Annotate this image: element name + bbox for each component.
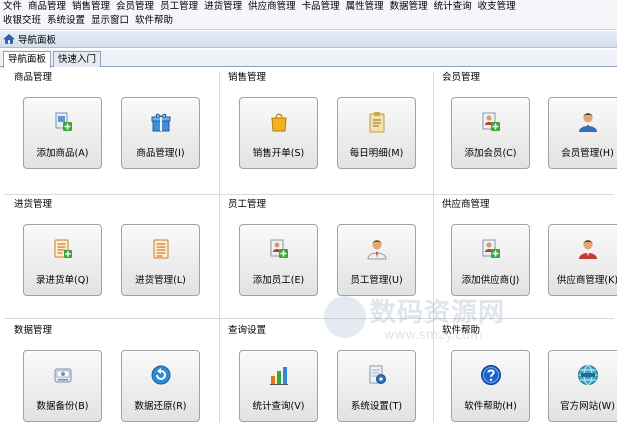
person-icon [576, 237, 600, 261]
tab-strip: 导航面板 快速入门 [0, 50, 617, 68]
purchase-manage-button[interactable]: 进货管理(L) [121, 224, 200, 296]
restore-icon [149, 363, 173, 387]
section-goods: 商品管理 [14, 72, 53, 83]
add-goods-label: 添加商品(A) [36, 148, 89, 159]
clipboard-icon [365, 110, 389, 134]
staff-manage-label: 员工管理(U) [350, 275, 403, 286]
goods-manage-label: 商品管理(I) [136, 148, 185, 159]
data-backup-label: 数据备份(B) [36, 401, 89, 412]
navigation-panel: 商品管理 销售管理 会员管理 进货管理 员工管理 供应商管理 数据管理 查询设置… [0, 68, 617, 426]
home-icon [3, 33, 15, 45]
bar-chart-icon [267, 363, 291, 387]
purchase-list-icon [51, 237, 75, 261]
menu-settings[interactable]: 系统设置 [44, 14, 88, 28]
add-supplier-button[interactable]: 添加供应商(J) [451, 224, 530, 296]
panel-title: 导航面板 [18, 35, 57, 46]
person-icon [365, 237, 389, 261]
menu-help[interactable]: 软件帮助 [132, 14, 176, 28]
purchase-list-icon [149, 237, 173, 261]
official-site-label: 官方网站(W) [560, 401, 615, 412]
menu-cards[interactable]: 卡品管理 [299, 0, 343, 14]
menu-members[interactable]: 会员管理 [113, 0, 157, 14]
menu-bar: 文件 商品管理 销售管理 会员管理 员工管理 进货管理 供应商管理 卡品管理 属… [0, 0, 617, 30]
menu-sales[interactable]: 销售管理 [69, 0, 113, 14]
add-supplier-label: 添加供应商(J) [461, 275, 520, 286]
add-supplier-icon [479, 237, 503, 261]
tab-quickstart[interactable]: 快速入门 [53, 51, 102, 67]
menu-window[interactable]: 显示窗口 [88, 14, 132, 28]
supplier-manage-label: 供应商管理(K) [556, 275, 617, 286]
goods-manage-button[interactable]: 商品管理(I) [121, 97, 200, 169]
divider [4, 194, 614, 195]
menu-attributes[interactable]: 属性管理 [343, 0, 387, 14]
disk-icon [51, 363, 75, 387]
divider [433, 72, 434, 422]
menu-data[interactable]: 数据管理 [387, 0, 431, 14]
divider [219, 72, 220, 422]
shopping-bag-icon [267, 110, 291, 134]
section-data: 数据管理 [14, 325, 53, 336]
menu-stats[interactable]: 统计查询 [431, 0, 475, 14]
supplier-manage-button[interactable]: 供应商管理(K) [548, 224, 617, 296]
daily-detail-button[interactable]: 每日明细(M) [337, 97, 416, 169]
purchase-entry-button[interactable]: 录进货单(Q) [23, 224, 102, 296]
menu-goods[interactable]: 商品管理 [25, 0, 69, 14]
add-staff-icon [267, 237, 291, 261]
stat-query-label: 统计查询(V) [252, 401, 305, 412]
member-manage-button[interactable]: 会员管理(H) [548, 97, 617, 169]
data-restore-button[interactable]: 数据还原(R) [121, 350, 200, 422]
system-settings-label: 系统设置(T) [350, 401, 403, 412]
add-member-label: 添加会员(C) [464, 148, 517, 159]
divider [4, 318, 614, 319]
gift-box-icon [149, 110, 173, 134]
section-query: 查询设置 [228, 325, 267, 336]
menu-purchase[interactable]: 进货管理 [201, 0, 245, 14]
person-icon [576, 110, 600, 134]
menu-file[interactable]: 文件 [0, 0, 25, 14]
add-staff-label: 添加员工(E) [252, 275, 305, 286]
section-purchase: 进货管理 [14, 199, 53, 210]
daily-detail-label: 每日明细(M) [349, 148, 404, 159]
settings-document-icon [365, 363, 389, 387]
add-member-icon [479, 110, 503, 134]
section-staff: 员工管理 [228, 199, 267, 210]
section-members: 会员管理 [442, 72, 481, 83]
data-restore-label: 数据还原(R) [134, 401, 187, 412]
globe-icon [576, 363, 600, 387]
add-staff-button[interactable]: 添加员工(E) [239, 224, 318, 296]
data-backup-button[interactable]: 数据备份(B) [23, 350, 102, 422]
menu-staff[interactable]: 员工管理 [157, 0, 201, 14]
menu-row-2: 收银交班 系统设置 显示窗口 软件帮助 [0, 14, 176, 28]
member-manage-label: 会员管理(H) [561, 148, 614, 159]
software-help-button[interactable]: 软件帮助(H) [451, 350, 530, 422]
purchase-entry-label: 录进货单(Q) [36, 275, 89, 286]
system-settings-button[interactable]: 系统设置(T) [337, 350, 416, 422]
help-icon [479, 363, 503, 387]
section-help: 软件帮助 [442, 325, 481, 336]
sales-open-button[interactable]: 销售开单(S) [239, 97, 318, 169]
sales-open-label: 销售开单(S) [252, 148, 305, 159]
add-member-button[interactable]: 添加会员(C) [451, 97, 530, 169]
add-goods-icon [51, 110, 75, 134]
tab-navigation[interactable]: 导航面板 [3, 51, 52, 68]
official-site-button[interactable]: 官方网站(W) [548, 350, 617, 422]
menu-supplier[interactable]: 供应商管理 [245, 0, 299, 14]
purchase-manage-label: 进货管理(L) [135, 275, 186, 286]
section-supplier: 供应商管理 [442, 199, 490, 210]
menu-row-1: 文件 商品管理 销售管理 会员管理 员工管理 进货管理 供应商管理 卡品管理 属… [0, 0, 519, 14]
section-sales: 销售管理 [228, 72, 267, 83]
stat-query-button[interactable]: 统计查询(V) [239, 350, 318, 422]
panel-title-bar: 导航面板 [0, 31, 617, 48]
menu-finance[interactable]: 收支管理 [475, 0, 519, 14]
software-help-label: 软件帮助(H) [464, 401, 517, 412]
menu-shift[interactable]: 收银交班 [0, 14, 44, 28]
staff-manage-button[interactable]: 员工管理(U) [337, 224, 416, 296]
add-goods-button[interactable]: 添加商品(A) [23, 97, 102, 169]
